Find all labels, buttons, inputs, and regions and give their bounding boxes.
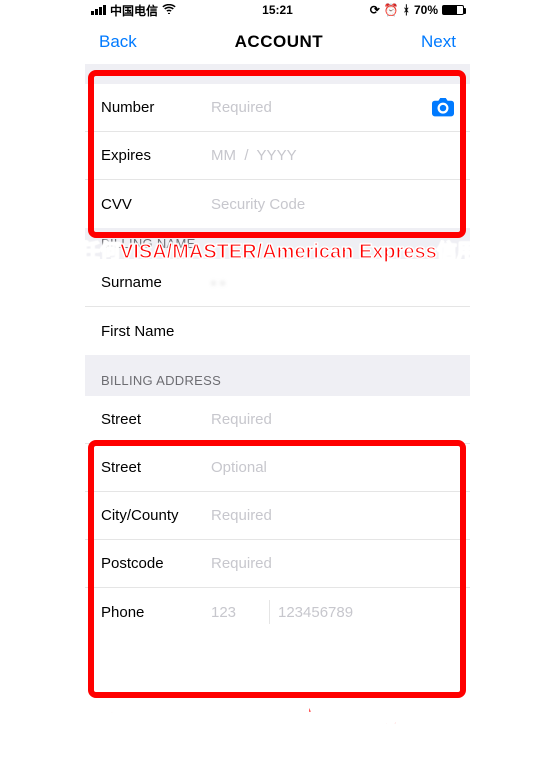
page-title: ACCOUNT: [235, 32, 324, 52]
annotation-text-address: 任意台湾当地地址及当地电话: [110, 695, 422, 730]
city-input[interactable]: [211, 507, 454, 524]
cvv-label: CVV: [101, 196, 211, 213]
surname-value[interactable]: · ·: [211, 274, 454, 291]
surname-row: Surname · ·: [85, 259, 470, 307]
city-label: City/County: [101, 507, 211, 524]
expires-row: Expires: [85, 132, 470, 180]
billing-name-group: Surname · · First Name: [85, 259, 470, 355]
postcode-input[interactable]: [211, 555, 454, 572]
cvv-row: CVV: [85, 180, 470, 228]
postcode-row: Postcode: [85, 540, 470, 588]
first-name-row: First Name: [85, 307, 470, 355]
expires-input[interactable]: [211, 147, 454, 164]
phone-number-input[interactable]: [278, 604, 470, 621]
nav-bar: Back ACCOUNT Next: [85, 20, 470, 64]
battery-icon: [442, 5, 464, 15]
signal-icon: [91, 5, 106, 15]
first-name-label: First Name: [101, 323, 211, 340]
annotation-text-card: 任何VISA/MASTER/American Express信用卡: [80, 235, 497, 264]
phone-row: Phone: [85, 588, 470, 636]
wifi-icon: [162, 3, 176, 17]
phone-divider: [269, 600, 270, 624]
clock: 15:21: [262, 3, 293, 17]
next-button[interactable]: Next: [421, 32, 456, 52]
street1-row: Street: [85, 396, 470, 444]
phone-label: Phone: [101, 604, 211, 621]
bluetooth-icon: ᚼ: [403, 3, 410, 17]
street2-input[interactable]: [211, 459, 454, 476]
status-bar: 中国电信 15:21 ⟳ ⏰ ᚼ 70%: [85, 0, 470, 20]
billing-address-header: BILLING ADDRESS: [85, 355, 470, 396]
carrier-label: 中国电信: [110, 2, 158, 19]
alarm-icon: ⏰: [384, 3, 399, 17]
card-number-row: Number: [85, 84, 470, 132]
street1-input[interactable]: [211, 411, 454, 428]
street2-label: Street: [101, 459, 211, 476]
camera-icon[interactable]: [432, 99, 454, 117]
phone-prefix-input[interactable]: [211, 604, 261, 621]
section-spacer: [85, 64, 470, 84]
street1-label: Street: [101, 411, 211, 428]
cvv-input[interactable]: [211, 196, 454, 213]
postcode-label: Postcode: [101, 555, 211, 572]
back-button[interactable]: Back: [99, 32, 137, 52]
billing-address-group: Street Street City/County Postcode Phone: [85, 396, 470, 636]
expires-label: Expires: [101, 147, 211, 164]
card-number-label: Number: [101, 99, 211, 116]
rotation-lock-icon: ⟳: [370, 3, 380, 17]
card-number-input[interactable]: [211, 99, 432, 116]
battery-percentage: 70%: [414, 3, 438, 17]
card-group: Number Expires CVV: [85, 84, 470, 228]
surname-label: Surname: [101, 274, 211, 291]
street2-row: Street: [85, 444, 470, 492]
phone-frame: 中国电信 15:21 ⟳ ⏰ ᚼ 70% Back ACCOUNT Next N…: [85, 0, 470, 765]
city-row: City/County: [85, 492, 470, 540]
